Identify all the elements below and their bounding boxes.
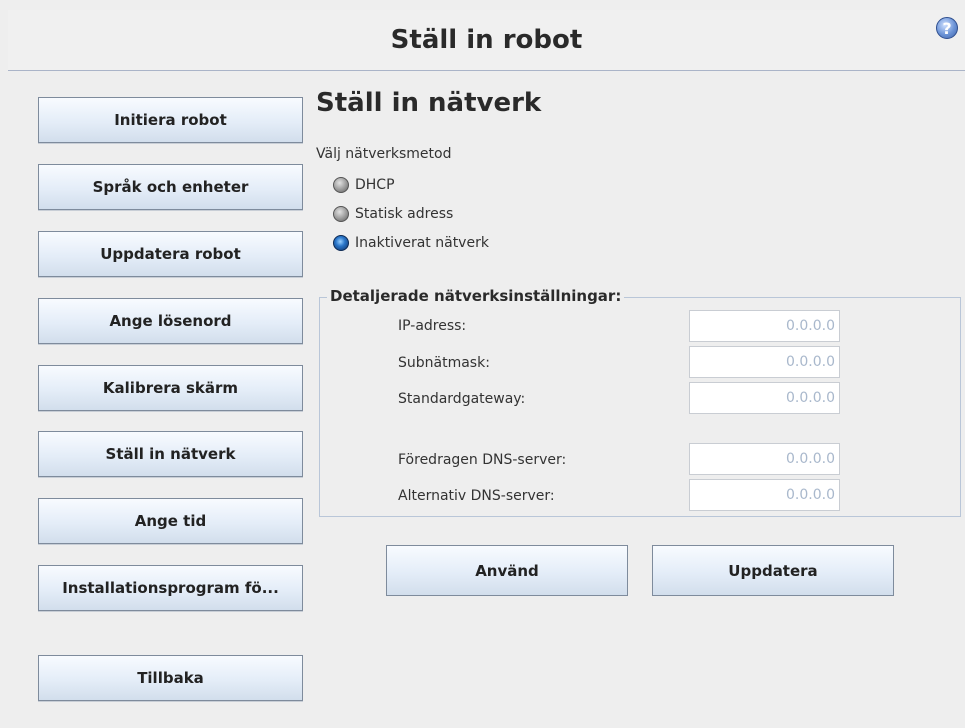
radio-dhcp-label: DHCP [355, 177, 395, 193]
network-method-label: Välj nätverksmetod [316, 146, 452, 162]
radio-disabled-network[interactable]: Inaktiverat nätverk [333, 235, 489, 251]
sidebar-item-ange-losenord[interactable]: Ange lösenord [38, 298, 303, 344]
radio-dhcp[interactable]: DHCP [333, 177, 395, 193]
radio-selected-icon[interactable] [333, 235, 349, 251]
sidebar-item-initiera-robot[interactable]: Initiera robot [38, 97, 303, 143]
radio-disabled-network-label: Inaktiverat nätverk [355, 235, 489, 251]
sidebar-item-ange-tid[interactable]: Ange tid [38, 498, 303, 544]
sidebar-item-uppdatera-robot[interactable]: Uppdatera robot [38, 231, 303, 277]
sidebar-item-sprak-och-enheter[interactable]: Språk och enheter [38, 164, 303, 210]
back-button[interactable]: Tillbaka [38, 655, 303, 701]
default-gateway-label: Standardgateway: [398, 391, 526, 407]
page-title: Ställ in robot [390, 25, 583, 55]
alternate-dns-label: Alternativ DNS-server: [398, 488, 555, 504]
radio-unselected-icon[interactable] [333, 177, 349, 193]
network-details-legend: Detaljerade nätverksinställningar: [327, 287, 625, 305]
preferred-dns-label: Föredragen DNS-server: [398, 452, 567, 468]
apply-button[interactable]: Använd [386, 545, 628, 596]
sidebar-item-installationsprogram[interactable]: Installationsprogram fö... [38, 565, 303, 611]
refresh-button[interactable]: Uppdatera [652, 545, 894, 596]
subnet-mask-input[interactable] [689, 346, 840, 378]
subnet-mask-label: Subnätmask: [398, 355, 490, 371]
section-title: Ställ in nätverk [316, 88, 542, 118]
preferred-dns-input[interactable] [689, 443, 840, 475]
alternate-dns-input[interactable] [689, 479, 840, 511]
radio-unselected-icon[interactable] [333, 206, 349, 222]
ip-address-label: IP-adress: [398, 318, 467, 334]
ip-address-input[interactable] [689, 310, 840, 342]
radio-static-address[interactable]: Statisk adress [333, 206, 453, 222]
default-gateway-input[interactable] [689, 382, 840, 414]
radio-static-address-label: Statisk adress [355, 206, 454, 222]
sidebar-item-kalibrera-skarm[interactable]: Kalibrera skärm [38, 365, 303, 411]
help-icon[interactable]: ? [936, 17, 958, 39]
sidebar-item-stall-in-natverk[interactable]: Ställ in nätverk [38, 431, 303, 477]
header-bar: Ställ in robot [8, 10, 965, 71]
